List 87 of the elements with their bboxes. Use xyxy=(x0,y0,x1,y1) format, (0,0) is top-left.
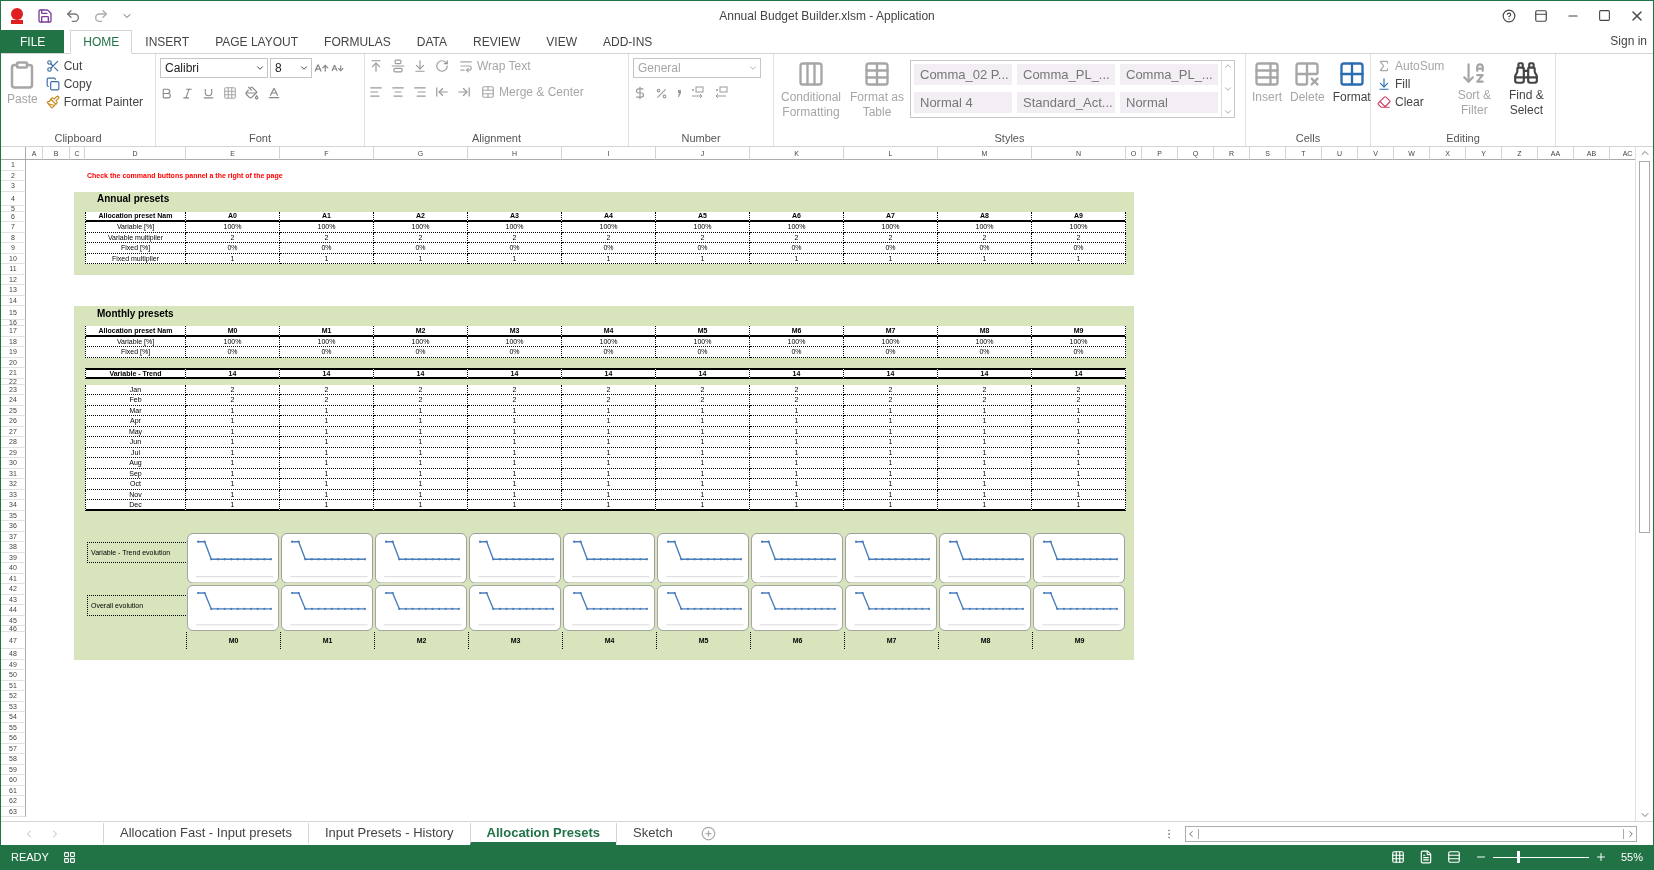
new-sheet-icon[interactable] xyxy=(700,826,716,841)
fill-color-icon[interactable] xyxy=(245,86,259,100)
maximize-icon[interactable] xyxy=(1598,9,1611,22)
scroll-right-icon[interactable] xyxy=(1626,828,1636,839)
sheet-tab[interactable]: Allocation Presets xyxy=(469,822,617,845)
decrease-decimal-icon[interactable] xyxy=(714,86,730,100)
currency-icon[interactable] xyxy=(633,86,647,100)
dropdown-icon xyxy=(255,63,265,73)
align-left-icon[interactable] xyxy=(369,85,383,99)
align-bottom-icon[interactable] xyxy=(413,59,427,73)
underline-icon[interactable] xyxy=(202,86,215,100)
align-top-icon[interactable] xyxy=(369,59,383,73)
align-center-icon[interactable] xyxy=(391,85,405,99)
scrollbar-thumb[interactable] xyxy=(1639,161,1650,533)
wrap-text-icon xyxy=(459,59,473,73)
fill-down-icon xyxy=(1377,77,1391,91)
status-text: READY xyxy=(11,851,49,863)
file-tab[interactable]: FILE xyxy=(1,30,65,53)
section-title: Annual presets xyxy=(96,192,171,206)
bold-icon[interactable] xyxy=(160,86,173,100)
sigma-icon xyxy=(1377,59,1391,73)
zoom-in-icon[interactable] xyxy=(1594,851,1607,863)
align-right-icon[interactable] xyxy=(413,85,427,99)
increase-decimal-icon[interactable] xyxy=(690,86,706,100)
format-table-icon xyxy=(1337,60,1366,88)
editing-button[interactable]: Find & Select xyxy=(1502,58,1551,132)
redo-icon[interactable] xyxy=(93,7,109,24)
group-label: Styles xyxy=(993,132,1026,146)
clipboard-action-button[interactable]: Cut xyxy=(43,58,146,74)
conditional-format-icon xyxy=(797,60,825,88)
sign-in-link[interactable]: Sign in xyxy=(1604,30,1653,48)
font-color-icon[interactable] xyxy=(267,86,281,100)
font-name-field[interactable]: Calibri xyxy=(160,58,268,78)
binoculars-icon xyxy=(1513,60,1540,86)
ribbon-display-icon[interactable] xyxy=(1534,8,1548,23)
section-title: Monthly presets xyxy=(96,306,175,320)
scissors-icon xyxy=(45,59,60,73)
scroll-left-icon[interactable] xyxy=(1186,828,1196,839)
clipboard-action-button[interactable]: Copy xyxy=(43,76,146,92)
clipboard-action-button[interactable]: Format Painter xyxy=(43,94,146,110)
borders-icon[interactable] xyxy=(223,86,237,100)
group-label: Alignment xyxy=(471,132,522,146)
save-icon[interactable] xyxy=(37,7,53,24)
help-icon[interactable] xyxy=(1502,8,1516,23)
copy-icon xyxy=(45,77,60,91)
cell-style-item[interactable]: Normal xyxy=(1120,91,1218,113)
horizontal-scrollbar[interactable] xyxy=(1185,825,1637,842)
window-title: Annual Budget Builder.xlsm - Application xyxy=(718,8,936,23)
comma-style-icon[interactable] xyxy=(676,88,682,98)
cell-style-item[interactable]: Standard_Act... xyxy=(1017,91,1115,113)
group-label: Font xyxy=(248,132,272,146)
group-label: Cells xyxy=(1294,132,1322,146)
italic-icon[interactable] xyxy=(181,86,194,100)
page-break-icon[interactable] xyxy=(1446,850,1461,864)
font-size-field[interactable]: 8 xyxy=(270,58,312,78)
dropdown-icon xyxy=(299,63,309,73)
page-layout-icon[interactable] xyxy=(1418,850,1433,864)
ribbon-tab[interactable]: HOME xyxy=(70,30,133,54)
group-label: Editing xyxy=(1445,132,1481,146)
dropdown-icon xyxy=(748,63,758,73)
undo-icon[interactable] xyxy=(65,7,81,24)
group-label: Clipboard xyxy=(53,132,103,146)
more-icon[interactable] xyxy=(1223,107,1233,117)
delete-table-icon xyxy=(1293,60,1322,88)
cell-style-item[interactable]: Comma_PL_... xyxy=(1120,64,1218,85)
table-brush-icon xyxy=(863,60,891,88)
merge-cells-icon xyxy=(481,85,495,99)
cell-style-item[interactable]: Comma_PL_... xyxy=(1017,64,1115,85)
increase-indent-icon[interactable] xyxy=(457,85,471,99)
cell-style-item[interactable]: Comma_02 P... xyxy=(914,64,1012,85)
scroll-up-icon[interactable] xyxy=(1223,61,1233,71)
editing-button[interactable]: Clear xyxy=(1375,94,1447,110)
app-logo-icon xyxy=(9,6,25,25)
group-label: Number xyxy=(680,132,722,146)
editing-button[interactable]: Fill xyxy=(1375,76,1447,92)
insert-table-icon xyxy=(1253,60,1281,88)
decrease-indent-icon[interactable] xyxy=(435,85,449,99)
cells-button[interactable]: Format xyxy=(1330,58,1373,132)
zoom-level[interactable]: 55% xyxy=(1620,851,1643,863)
normal-view-icon[interactable] xyxy=(1390,850,1405,864)
align-middle-icon[interactable] xyxy=(391,59,405,73)
cell-style-item[interactable]: Normal 4 xyxy=(914,91,1012,113)
orientation-icon[interactable] xyxy=(435,59,449,73)
percent-icon[interactable] xyxy=(655,86,668,100)
eraser-icon xyxy=(1377,95,1391,109)
paintbrush-icon xyxy=(45,95,60,109)
scroll-down-icon[interactable] xyxy=(1223,84,1233,94)
